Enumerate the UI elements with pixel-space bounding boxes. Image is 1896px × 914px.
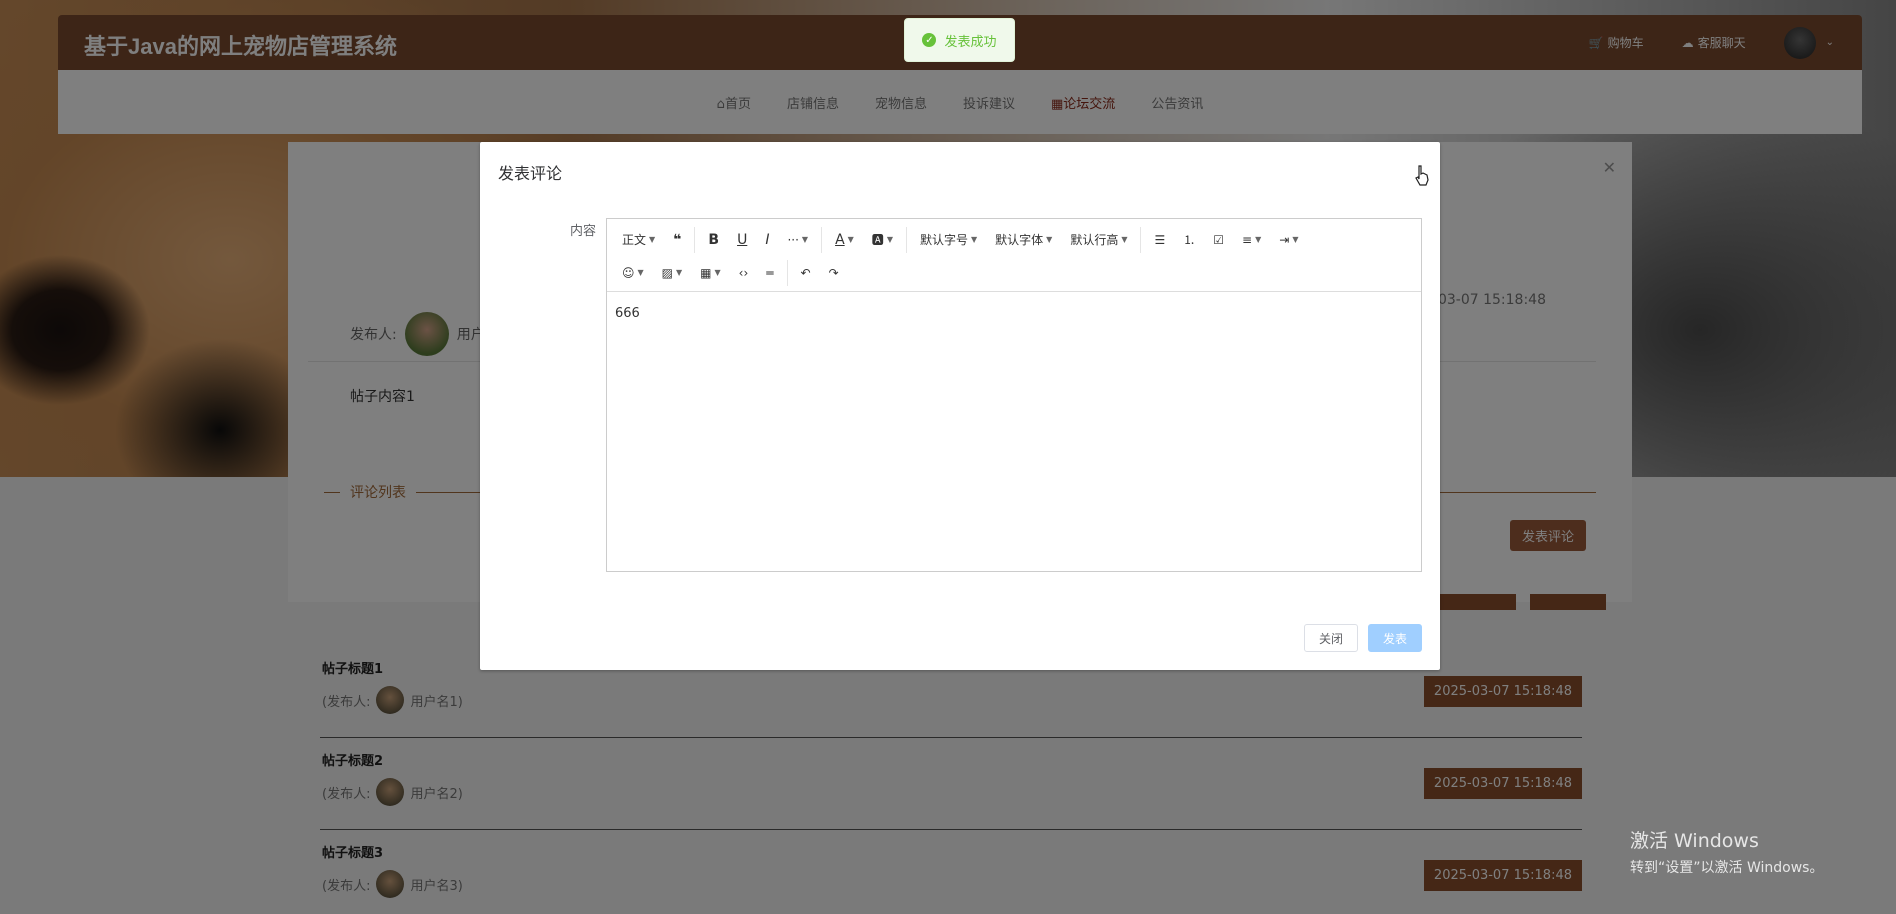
more-icon[interactable]: ··· ▼ <box>778 225 817 255</box>
line-height-dropdown[interactable]: 默认行高 ▼ <box>1061 225 1136 255</box>
success-toast: ✓ 发表成功 <box>904 18 1015 62</box>
font-color-icon[interactable]: A ▼ <box>826 225 863 255</box>
quote-icon[interactable]: ❝ <box>664 225 690 255</box>
todo-checkbox-icon[interactable]: ☑ <box>1204 225 1233 255</box>
emoji-icon[interactable]: ☺ ▼ <box>613 258 653 288</box>
underline-icon[interactable]: U <box>728 225 756 255</box>
submit-button[interactable]: 发表 <box>1368 624 1422 652</box>
divider <box>694 226 696 253</box>
bulleted-list-icon[interactable]: ☰ <box>1145 225 1174 255</box>
comment-dialog: 发表评论 内容 正文 ▼ ❝ B U I ··· ▼ A ▼ 🅰 ▼ 默认字号 ▼ 默认字… <box>480 142 1440 670</box>
divider <box>821 226 823 253</box>
numbered-list-icon[interactable]: ⒈ <box>1174 225 1204 255</box>
bold-icon[interactable]: B <box>699 225 728 255</box>
rich-text-editor: 正文 ▼ ❝ B U I ··· ▼ A ▼ 🅰 ▼ 默认字号 ▼ 默认字体 ▼ 默认行高 ▼… <box>606 218 1422 572</box>
redo-icon[interactable]: ↷ <box>820 258 848 288</box>
image-icon[interactable]: ▨ ▼ <box>653 258 692 288</box>
dialog-title: 发表评论 <box>498 164 563 183</box>
divider <box>1140 226 1142 253</box>
italic-icon[interactable]: I <box>756 225 778 255</box>
caret-down-icon: ▼ <box>649 235 656 244</box>
editor-content[interactable]: 666 <box>607 292 1421 335</box>
background-color-icon[interactable]: 🅰 ▼ <box>863 225 902 255</box>
windows-activation-watermark: 激活 Windows 转到“设置”以激活 Windows。 <box>1630 826 1823 877</box>
toast-message: 发表成功 <box>944 34 997 50</box>
undo-icon[interactable]: ↶ <box>792 258 820 288</box>
divider <box>905 226 907 253</box>
toolbar-row: ☺ ▼ ▨ ▼ ▦ ▼ ‹› ═ ↶ ↷ <box>613 256 1415 289</box>
divider <box>786 259 788 286</box>
close-button[interactable]: 关闭 <box>1304 624 1358 652</box>
editor-toolbar: 正文 ▼ ❝ B U I ··· ▼ A ▼ 🅰 ▼ 默认字号 ▼ 默认字体 ▼ 默认行高 ▼… <box>607 219 1421 292</box>
align-icon[interactable]: ≡ ▼ <box>1233 225 1270 255</box>
table-icon[interactable]: ▦ ▼ <box>691 258 730 288</box>
watermark-title: 激活 Windows <box>1630 830 1759 852</box>
dialog-footer: 关闭 发表 <box>1304 624 1422 652</box>
font-family-dropdown[interactable]: 默认字体 ▼ <box>986 225 1061 255</box>
code-icon[interactable]: ‹› <box>730 258 758 288</box>
toolbar-row: 正文 ▼ ❝ B U I ··· ▼ A ▼ 🅰 ▼ 默认字号 ▼ 默认字体 ▼ 默认行高 ▼… <box>613 223 1415 256</box>
content-label: 内容 <box>570 224 597 239</box>
hand-cursor-icon <box>1415 165 1429 186</box>
watermark-subtitle: 转到“设置”以激活 Windows。 <box>1630 860 1824 876</box>
paragraph-dropdown[interactable]: 正文 ▼ <box>613 225 664 255</box>
indent-icon[interactable]: ⇥ ▼ <box>1270 225 1307 255</box>
font-size-dropdown[interactable]: 默认字号 ▼ <box>911 225 986 255</box>
check-circle-icon: ✓ <box>922 33 937 47</box>
divider-line-icon[interactable]: ═ <box>757 258 782 288</box>
